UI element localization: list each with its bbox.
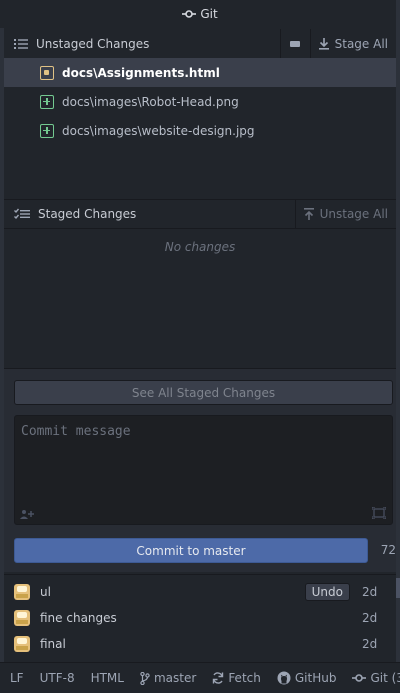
list-unordered-icon bbox=[14, 38, 28, 50]
git-commit-icon bbox=[182, 9, 197, 19]
git-commit-icon bbox=[352, 673, 367, 683]
recent-commits-scrollbar[interactable] bbox=[396, 578, 400, 598]
author-avatar bbox=[14, 636, 30, 652]
add-coauthor-icon[interactable] bbox=[20, 509, 34, 519]
git-branch-icon bbox=[140, 671, 150, 685]
remaining-characters-count: 72 bbox=[380, 543, 396, 557]
panel-right-border bbox=[396, 0, 400, 662]
commit-age: 2d bbox=[362, 585, 378, 599]
file-path: docs\images\Robot-Head.png bbox=[62, 94, 239, 109]
stage-all-label: Stage All bbox=[334, 36, 388, 51]
file-row-website-design[interactable]: docs\images\website-design.jpg bbox=[4, 116, 396, 145]
file-added-icon bbox=[40, 94, 54, 109]
view-toggle-button[interactable] bbox=[279, 28, 310, 59]
branch-selector[interactable]: master bbox=[140, 671, 196, 685]
expand-editor-icon[interactable] bbox=[372, 507, 386, 519]
encoding-selector[interactable]: UTF-8 bbox=[40, 671, 75, 685]
file-path: docs\images\website-design.jpg bbox=[62, 123, 255, 138]
line-ending-selector[interactable]: LF bbox=[10, 671, 24, 685]
file-path: docs\Assignments.html bbox=[62, 65, 220, 80]
github-icon bbox=[277, 671, 291, 685]
unstaged-changes-title: Unstaged Changes bbox=[36, 36, 150, 51]
sync-icon bbox=[212, 672, 224, 684]
commit-age: 2d bbox=[362, 637, 378, 651]
recent-commit-row[interactable]: ul Undo 2d bbox=[4, 579, 396, 605]
github-label: GitHub bbox=[294, 671, 337, 685]
collapse-icon bbox=[290, 40, 301, 47]
commit-age: 2d bbox=[362, 611, 378, 625]
recent-commit-row[interactable]: fine changes 2d bbox=[4, 605, 396, 631]
branch-name: master bbox=[153, 671, 197, 685]
grammar-selector[interactable]: HTML bbox=[91, 671, 124, 685]
unstage-all-label: Unstage All bbox=[319, 207, 388, 221]
git-label: Git (3) bbox=[370, 671, 400, 685]
unstaged-changes-header: Unstaged Changes Stage All bbox=[4, 28, 396, 59]
commit-message-editor bbox=[14, 415, 393, 525]
status-bar: LF UTF-8 HTML master Fetch GitHub Git (3… bbox=[0, 662, 400, 693]
github-panel-toggle[interactable]: GitHub bbox=[277, 671, 337, 685]
file-row-assignments[interactable]: docs\Assignments.html bbox=[4, 58, 396, 87]
commit-message: fine changes bbox=[40, 611, 117, 625]
author-avatar bbox=[14, 610, 30, 626]
file-row-robot-head[interactable]: docs\images\Robot-Head.png bbox=[4, 87, 396, 116]
commit-button[interactable]: Commit to master bbox=[14, 538, 368, 563]
commit-message: ul bbox=[40, 585, 51, 599]
unstage-all-icon bbox=[303, 208, 314, 220]
commit-message-input[interactable] bbox=[15, 416, 392, 508]
file-added-icon bbox=[40, 123, 54, 138]
git-panel-title: Git bbox=[200, 7, 218, 21]
commit-message: final bbox=[40, 637, 66, 651]
fetch-button[interactable]: Fetch bbox=[212, 671, 261, 685]
staged-changes-title: Staged Changes bbox=[38, 207, 137, 221]
stage-all-icon bbox=[318, 37, 329, 50]
git-panel-toggle[interactable]: Git (3) bbox=[352, 671, 400, 685]
see-all-staged-changes-button[interactable]: See All Staged Changes bbox=[14, 380, 393, 405]
file-modified-icon bbox=[40, 65, 54, 80]
fetch-label: Fetch bbox=[228, 671, 261, 685]
recent-commit-row[interactable]: final 2d bbox=[4, 631, 396, 657]
checklist-icon bbox=[14, 208, 30, 220]
git-panel-tab[interactable]: Git bbox=[0, 0, 400, 28]
staged-changes-header: Staged Changes Unstage All bbox=[4, 199, 396, 229]
no-changes-message: No changes bbox=[164, 240, 236, 254]
stage-all-button[interactable]: Stage All bbox=[309, 28, 396, 59]
unstage-all-button[interactable]: Unstage All bbox=[294, 199, 396, 229]
author-avatar bbox=[14, 584, 30, 600]
undo-commit-button[interactable]: Undo bbox=[304, 583, 350, 601]
